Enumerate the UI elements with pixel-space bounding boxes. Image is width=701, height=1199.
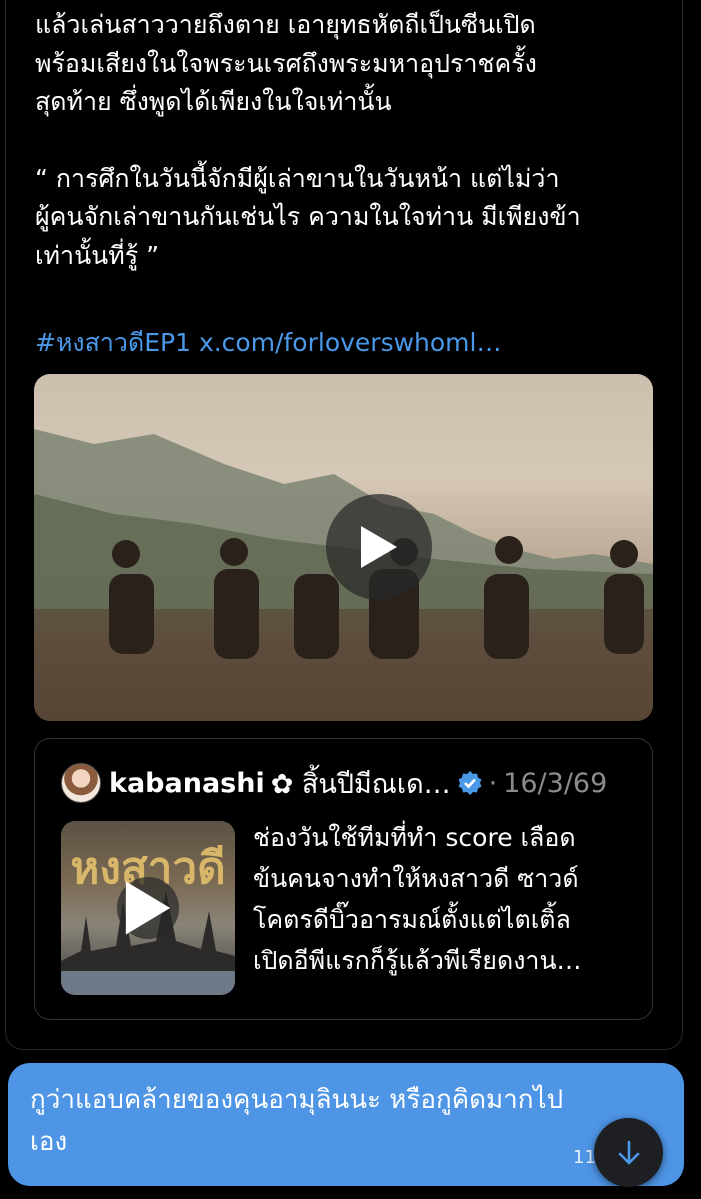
quoted-username[interactable]: kabanashi	[109, 768, 265, 799]
quoted-tweet-card[interactable]: kabanashi ✿ สิ้นปีมีณเด… · 16/3/69 หงสาว…	[34, 738, 653, 1020]
verified-badge-icon	[457, 770, 483, 796]
quoted-media-thumbnail[interactable]: หงสาวดี	[61, 821, 235, 995]
tweet-quote-line: ผู้คนจักเล่าขานกันเช่นไร ความในใจท่าน มี…	[35, 202, 581, 231]
quoted-display-name: ✿ สิ้นปีมีณเด…	[270, 768, 451, 800]
url-link[interactable]: x.com/forloverswhoml…	[199, 328, 502, 357]
avatar[interactable]	[61, 763, 101, 803]
tweet-line: สุดท้าย ซึ่งพูดได้เพียงในใจเท่านั้น	[35, 87, 392, 116]
play-button-small[interactable]	[117, 877, 179, 939]
scroll-to-bottom-button[interactable]	[594, 1118, 663, 1187]
quoted-text-line: โคตรดีบิ๊วอารมณ์ตั้งแต่ไตเติ้ล	[253, 905, 571, 934]
quoted-text-line: ข้นคนจางทำให้หงสาวดี ซาวด์	[253, 864, 579, 893]
quoted-text-line: เปิดอีพีแรกก็รู้แล้วพีเรียดงาน…	[253, 946, 582, 975]
tweet-quote-line: เท่านั้นที่รู้ ”	[35, 240, 160, 270]
arrow-down-icon	[618, 1140, 639, 1164]
quoted-separator: ·	[488, 767, 498, 799]
play-icon	[361, 526, 397, 568]
quoted-text-line: ช่องวันใช้ทีมที่ทำ score เลือด	[253, 823, 576, 852]
hashtag-link[interactable]: #หงสาวดีEP1	[35, 328, 191, 357]
tweet-quote-line: “ การศึกในวันนี้จักมีผู้เล่าขานในวันหน้า…	[35, 163, 560, 193]
tweet-text: แล้วเล่นสาววายถึงตาย เอายุทธหัตถีเป็นซีน…	[35, 6, 665, 275]
quoted-text: ช่องวันใช้ทีมที่ทำ score เลือด ข้นคนจางท…	[253, 817, 633, 981]
message-bubble[interactable]: กูว่าแอบคล้ายของคุนอามุลินนะ หรือกูคิดมา…	[8, 1063, 684, 1186]
video-player[interactable]	[34, 374, 653, 721]
quoted-date: 16/3/69	[503, 767, 608, 799]
tweet-line: แล้วเล่นสาววายถึงตาย เอายุทธหัตถีเป็นซีน…	[35, 10, 536, 39]
tweet-links: #หงสาวดีEP1 x.com/forloverswhoml…	[35, 324, 501, 362]
message-line: กูว่าแอบคล้ายของคุนอามุลินนะ หรือกูคิดมา…	[30, 1085, 564, 1115]
play-button[interactable]	[326, 494, 432, 600]
quoted-tweet-header: kabanashi ✿ สิ้นปีมีณเด… · 16/3/69	[61, 763, 607, 803]
play-icon	[125, 881, 171, 935]
tweet-line: พร้อมเสียงในใจพระนเรศถึงพระมหาอุปราชครั้…	[35, 48, 537, 78]
